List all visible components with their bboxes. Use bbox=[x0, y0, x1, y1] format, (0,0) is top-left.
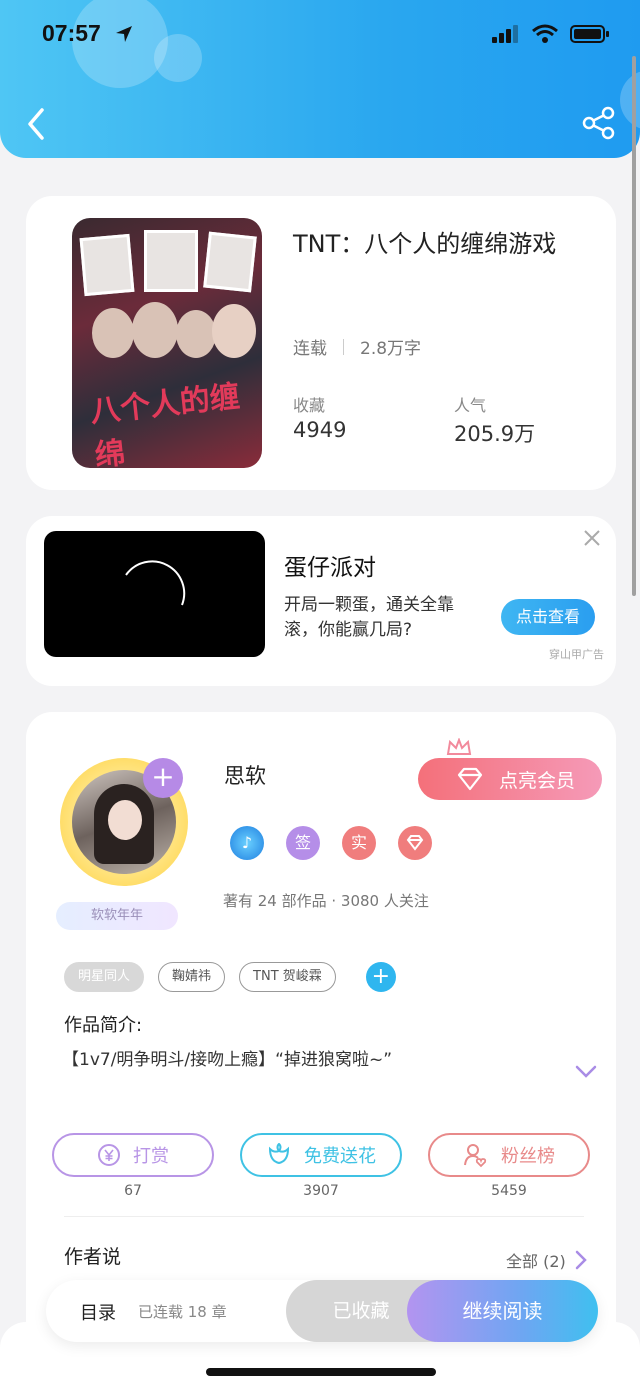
cover-face bbox=[212, 304, 256, 358]
author-card: + 软软年年 思软 点亮会员 ♪ 签 实 著有 24 部作品 · 3080 人关… bbox=[26, 712, 616, 1352]
book-info-card: 八个人的缠绵 TNT：八个人的缠绵游戏 连载 2.8万字 收藏 4949 人气 … bbox=[26, 196, 616, 490]
close-icon[interactable] bbox=[582, 528, 602, 548]
fan-rank-button[interactable]: 粉丝榜 bbox=[428, 1133, 590, 1177]
back-button[interactable] bbox=[22, 106, 52, 142]
ad-source: 穿山甲广告 bbox=[549, 648, 604, 661]
vip-button-label: 点亮会员 bbox=[498, 769, 575, 792]
diamond-icon bbox=[457, 767, 483, 791]
bottom-action-bar: 目录 已连载 18 章 已收藏 继续阅读 bbox=[46, 1280, 598, 1342]
book-title: TNT：八个人的缠绵游戏 bbox=[293, 230, 557, 258]
tip-label: 打赏 bbox=[133, 1146, 169, 1167]
cover-photo bbox=[79, 233, 135, 297]
share-button[interactable] bbox=[582, 106, 616, 140]
send-flower-button[interactable]: 免费送花 bbox=[240, 1133, 402, 1177]
location-arrow-icon bbox=[116, 26, 132, 42]
status-icons bbox=[492, 24, 610, 44]
add-tag-plus-icon[interactable]: + bbox=[365, 962, 396, 992]
badge-verified[interactable]: 实 bbox=[342, 826, 376, 860]
decor-bubble bbox=[620, 70, 640, 130]
cover-photo bbox=[144, 230, 198, 292]
wifi-icon bbox=[532, 24, 558, 43]
scrollbar[interactable] bbox=[632, 56, 636, 596]
author-stats: 著有 24 部作品 · 3080 人关注 bbox=[223, 892, 429, 910]
send-flower-label: 免费送花 bbox=[304, 1146, 376, 1167]
popularity-label: 人气 bbox=[454, 396, 487, 415]
divider bbox=[343, 338, 344, 355]
toc-button[interactable]: 目录 bbox=[80, 1299, 116, 1325]
cover-photo bbox=[203, 231, 257, 293]
status-time: 07:57 bbox=[42, 20, 101, 46]
yen-icon bbox=[98, 1144, 120, 1166]
book-word-count: 2.8万字 bbox=[360, 339, 422, 359]
popularity-value: 205.9万 bbox=[454, 422, 536, 446]
flower-count: 3907 bbox=[303, 1183, 339, 1199]
author-name[interactable]: 思软 bbox=[224, 760, 266, 790]
loading-spinner-icon bbox=[125, 560, 186, 606]
ad-description: 开局一颗蛋，通关全靠滚，你能赢几局? bbox=[284, 595, 454, 640]
continue-reading-button[interactable]: 继续阅读 bbox=[407, 1280, 598, 1342]
cover-face bbox=[176, 310, 216, 358]
header: 07:57 bbox=[0, 0, 640, 158]
music-medal-icon[interactable]: ♪ bbox=[230, 826, 264, 860]
book-cover[interactable]: 八个人的缠绵 bbox=[72, 218, 262, 468]
book-status: 连载 bbox=[293, 339, 327, 359]
cover-face bbox=[132, 302, 178, 358]
tag-list: 明星同人 鞠婧祎 TNT 贺峻霖 + bbox=[64, 962, 396, 992]
chevron-down-icon[interactable] bbox=[574, 1064, 598, 1080]
action-buttons: 打赏 免费送花 粉丝榜 bbox=[52, 1133, 590, 1177]
crown-icon bbox=[446, 738, 472, 755]
tip-button[interactable]: 打赏 bbox=[52, 1133, 214, 1177]
ad-title: 蛋仔派对 bbox=[284, 555, 376, 581]
flower-icon bbox=[268, 1143, 290, 1165]
intro-label: 作品简介: bbox=[64, 1015, 143, 1036]
fan-rank-label: 粉丝榜 bbox=[501, 1146, 555, 1167]
tag-item[interactable]: 鞠婧祎 bbox=[158, 962, 226, 992]
favorites-label: 收藏 bbox=[293, 396, 326, 415]
signal-icon bbox=[492, 25, 518, 43]
all-comments-link[interactable]: 全部 (2) bbox=[506, 1248, 588, 1272]
book-meta: 连载 2.8万字 bbox=[293, 334, 421, 359]
battery-icon bbox=[570, 25, 609, 43]
ad-view-button[interactable]: 点击查看 bbox=[501, 599, 595, 635]
divider bbox=[64, 1216, 584, 1217]
tag-item[interactable]: 明星同人 bbox=[64, 962, 145, 992]
avatar-tag: 软软年年 bbox=[56, 902, 178, 930]
diamond-badge-icon[interactable] bbox=[398, 826, 432, 860]
tag-item[interactable]: TNT 贺峻霖 bbox=[239, 962, 336, 992]
author-badges: ♪ 签 实 bbox=[230, 826, 432, 860]
cover-title: 八个人的缠绵 bbox=[88, 379, 242, 468]
chapter-count[interactable]: 已连载 18 章 bbox=[138, 1301, 227, 1322]
favorites-value: 4949 bbox=[293, 418, 347, 442]
user-heart-icon bbox=[464, 1144, 487, 1168]
fan-count: 5459 bbox=[491, 1183, 527, 1199]
ad-card[interactable]: 蛋仔派对 开局一颗蛋，通关全靠滚，你能赢几局? 点击查看 穿山甲广告 bbox=[26, 516, 616, 686]
avatar-face bbox=[108, 800, 142, 840]
all-link-label: 全部 (2) bbox=[506, 1252, 566, 1271]
badge-sign[interactable]: 签 bbox=[286, 826, 320, 860]
vip-button[interactable]: 点亮会员 bbox=[418, 758, 602, 800]
status-bar: 07:57 bbox=[0, 0, 640, 70]
author-say-label: 作者说 bbox=[64, 1246, 122, 1268]
intro-text: 【1v7/明争明斗/接吻上瘾】“掉进狼窝啦~” bbox=[62, 1050, 393, 1070]
home-indicator[interactable] bbox=[206, 1368, 436, 1376]
ad-video[interactable] bbox=[44, 531, 265, 657]
tip-count: 67 bbox=[124, 1183, 142, 1199]
follow-plus-icon[interactable]: + bbox=[143, 758, 183, 798]
cover-face bbox=[92, 308, 134, 358]
chevron-right-icon bbox=[575, 1250, 587, 1270]
